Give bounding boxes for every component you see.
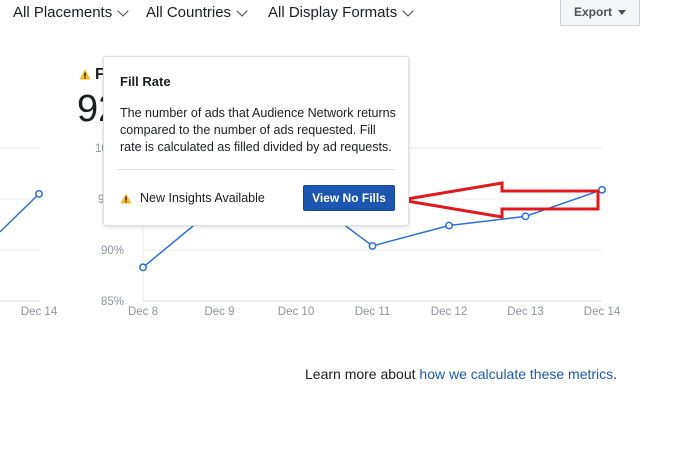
insights-label: New Insights Available xyxy=(140,191,265,205)
warning-icon xyxy=(120,193,132,203)
y-tick-label: 85% xyxy=(101,296,124,308)
data-point xyxy=(521,212,530,221)
x-tick-label: Dec 14 xyxy=(584,306,621,318)
insights-notice: New Insights Available xyxy=(120,191,265,205)
data-point xyxy=(139,263,147,272)
view-no-fills-button[interactable]: View No Fills xyxy=(303,185,395,211)
data-point xyxy=(598,185,606,194)
x-tick-label: Dec 8 xyxy=(128,306,158,318)
data-point xyxy=(368,241,377,250)
metrics-calculation-link[interactable]: how we calculate these metrics xyxy=(419,366,613,382)
divider xyxy=(118,169,394,170)
series-line-left xyxy=(0,193,40,233)
x-tick-label: Dec 13 xyxy=(507,306,543,318)
tooltip-title: Fill Rate xyxy=(120,74,171,89)
red-arrow-annotation xyxy=(400,181,600,219)
learn-more-prefix: Learn more about xyxy=(305,366,420,382)
data-point xyxy=(445,221,453,230)
tooltip-description: The number of ads that Audience Network … xyxy=(120,106,396,154)
learn-more-suffix: . xyxy=(613,366,618,382)
x-tick-label: Dec 14 xyxy=(21,306,58,318)
data-point xyxy=(35,189,43,198)
learn-more-text: Learn more about how we calculate these … xyxy=(305,366,617,382)
x-tick-label: Dec 9 xyxy=(204,306,234,318)
y-tick-label: 90% xyxy=(101,245,124,257)
fill-rate-tooltip: Fill Rate The number of ads that Audienc… xyxy=(103,56,409,226)
x-tick-label: Dec 12 xyxy=(431,306,467,318)
x-tick-label: Dec 11 xyxy=(355,306,391,318)
warning-icon xyxy=(79,69,91,80)
x-tick-label: Dec 10 xyxy=(278,306,314,318)
